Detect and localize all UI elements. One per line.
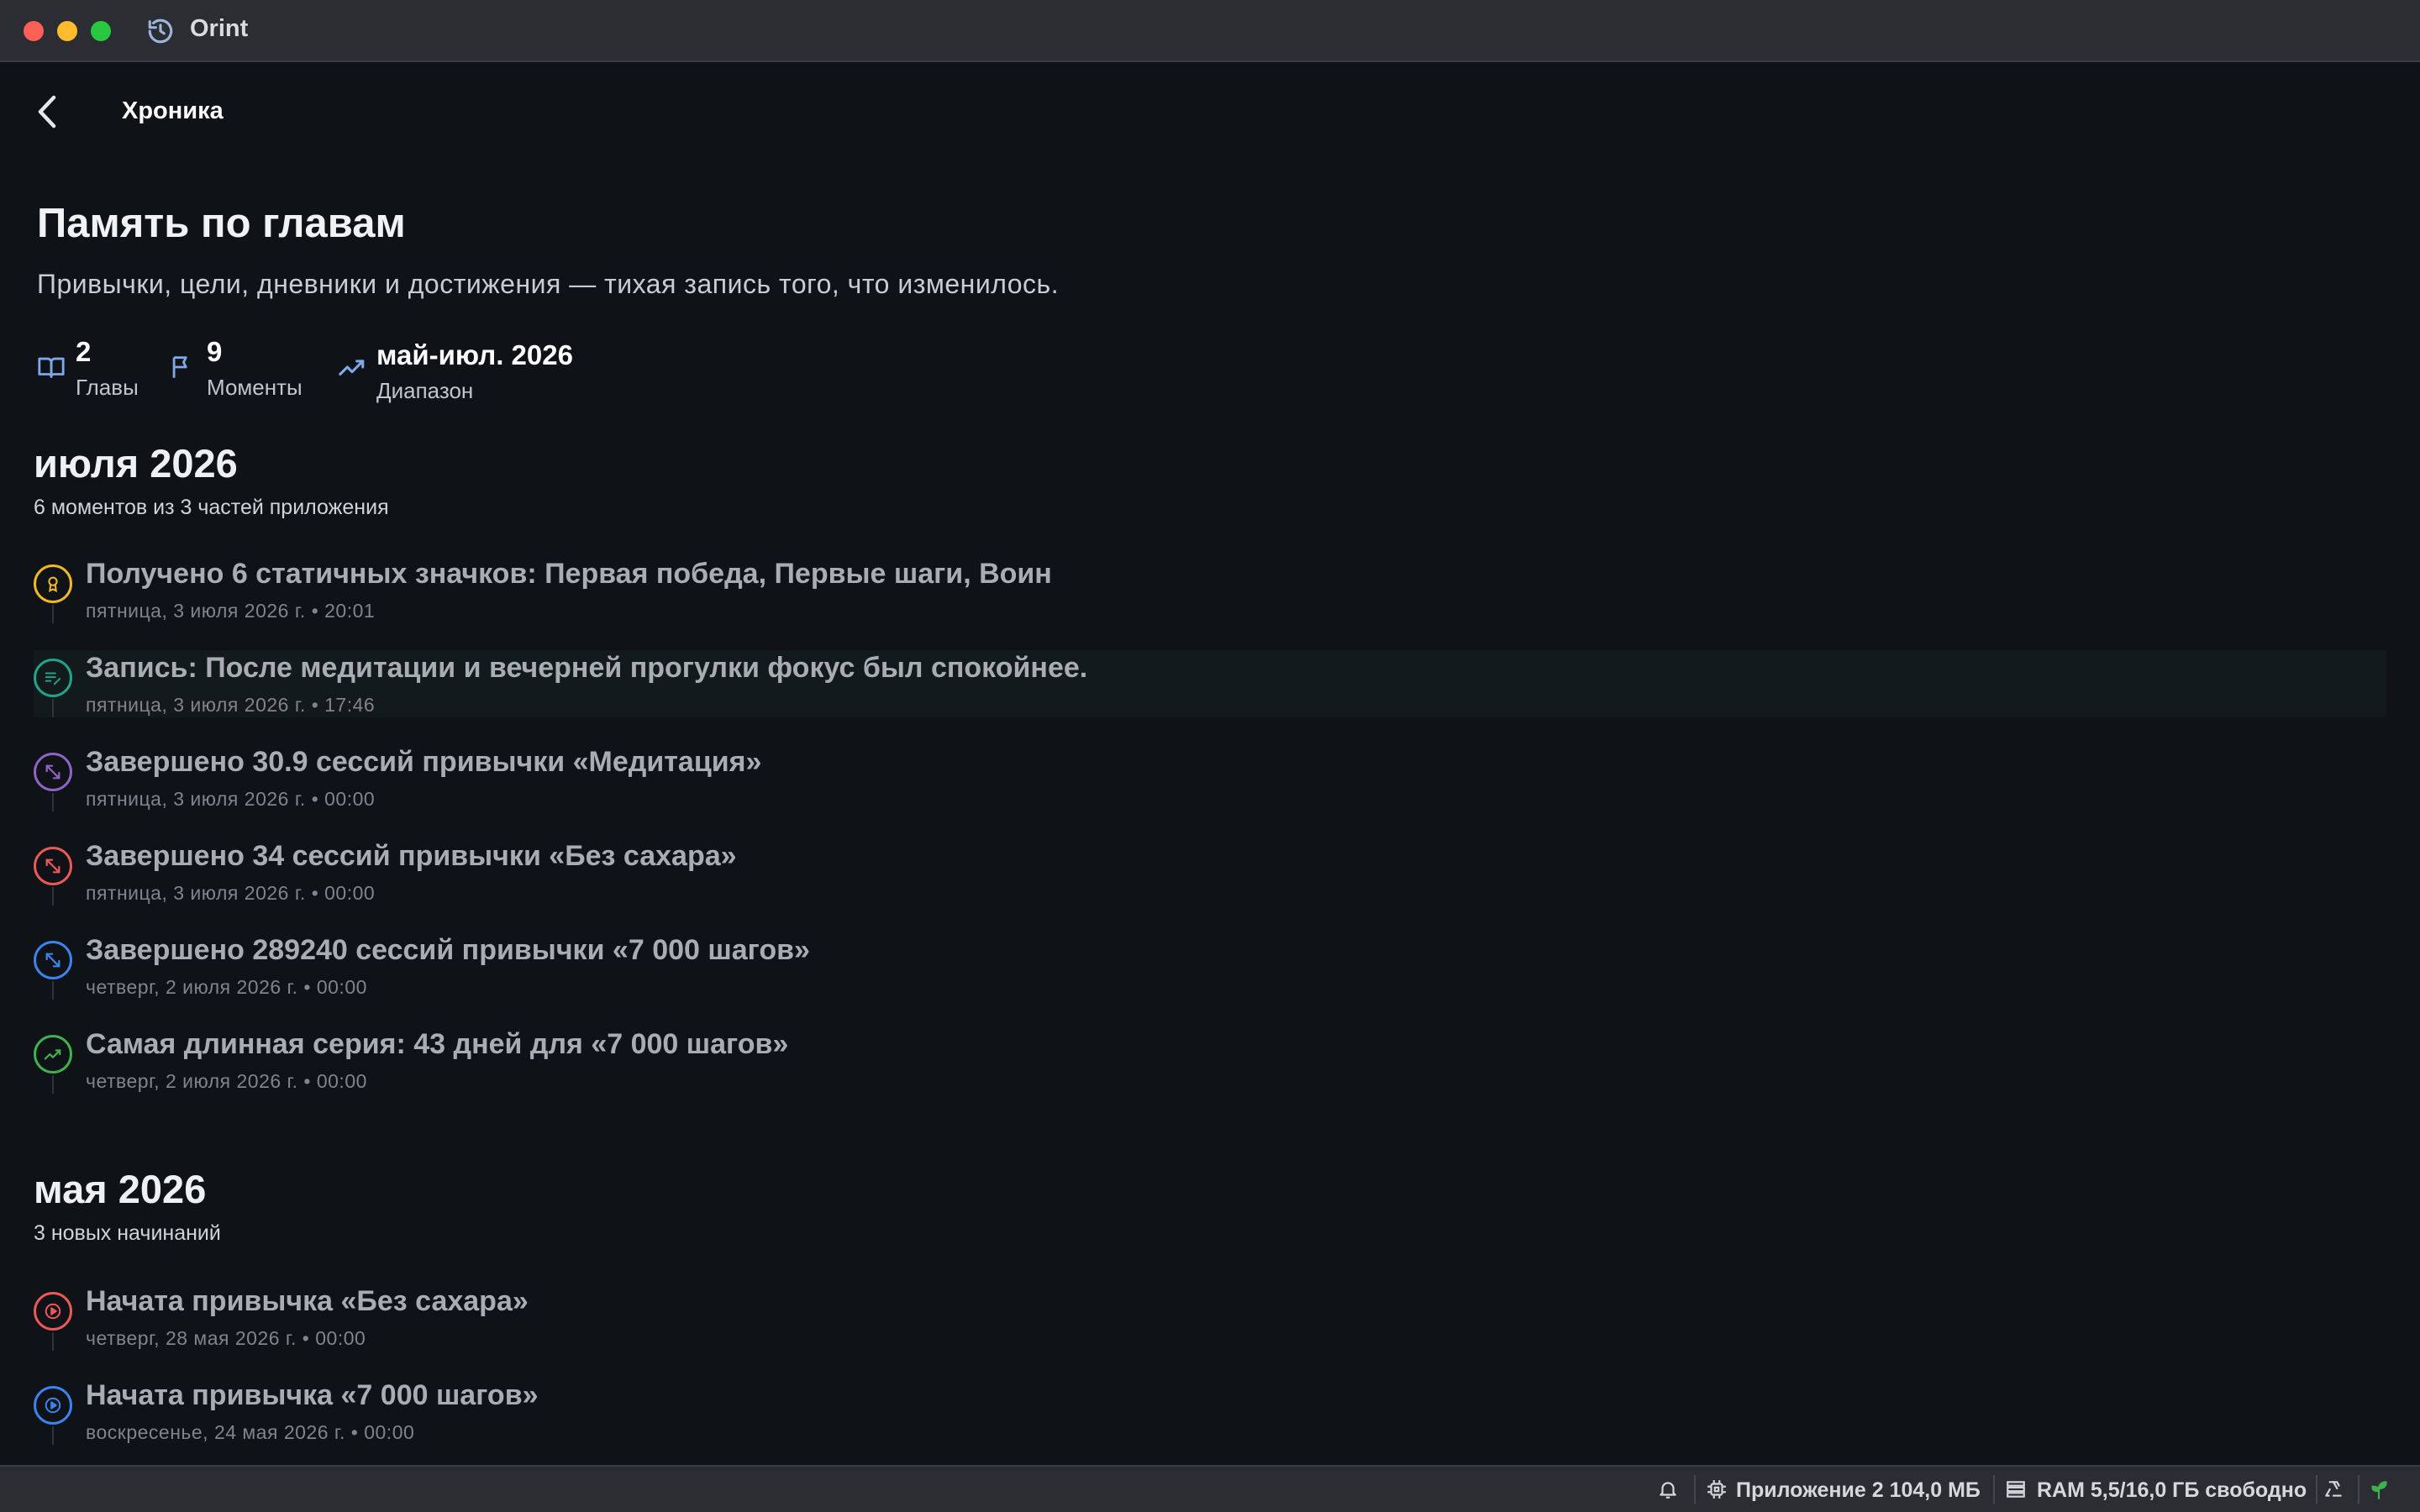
status-separator: [1694, 1475, 1696, 1504]
arrows-icon: [34, 753, 72, 791]
ram-icon: [2007, 1481, 2025, 1498]
timeline-event[interactable]: Начата привычка «7 000 шагов» воскресень…: [34, 1378, 2386, 1445]
event-title: Получено 6 статичных значков: Первая поб…: [86, 558, 1052, 590]
event-date: четверг, 2 июля 2026 г. • 00:00: [86, 976, 367, 998]
event-title: Запись: После медитации и вечерней прогу…: [86, 652, 1088, 684]
section-subtitle: 6 моментов из 3 частей приложения: [34, 496, 389, 519]
history-icon: [148, 18, 173, 44]
event-title: Завершено 34 сессий привычки «Без сахара…: [86, 840, 737, 872]
timeline-event[interactable]: Запись: После медитации и вечерней прогу…: [34, 650, 2386, 717]
back-button[interactable]: [30, 91, 64, 133]
section-title: мая 2026: [34, 1167, 207, 1211]
recycle-icon[interactable]: [2323, 1478, 2344, 1500]
status-bar: Приложение 2 104,0 МБ RAM 5,5/16,0 ГБ св…: [0, 1465, 2420, 1512]
trend-icon: [34, 1035, 72, 1074]
book-icon: [38, 357, 65, 378]
arrows-icon: [34, 847, 72, 885]
badge-icon: [34, 564, 72, 603]
stat-value: 2: [76, 336, 92, 367]
app-title: Orint: [190, 15, 249, 42]
event-date: пятница, 3 июля 2026 г. • 17:46: [86, 694, 376, 716]
page-subtitle: Привычки, цели, дневники и достижения — …: [37, 269, 1060, 299]
event-title: Начата привычка «Без сахара»: [86, 1285, 529, 1317]
header-title: Хроника: [122, 97, 224, 124]
play-icon: [34, 1386, 72, 1425]
window-maximize-button[interactable]: [91, 21, 111, 41]
event-title: Завершено 30.9 сессий привычки «Медитаци…: [86, 746, 762, 778]
journal-icon: [34, 659, 72, 697]
event-date: пятница, 3 июля 2026 г. • 00:00: [86, 882, 376, 904]
timeline-event[interactable]: Начата привычка «Без сахара» четверг, 28…: [34, 1284, 2386, 1351]
section-title: июля 2026: [34, 441, 238, 486]
event-title: Начата привычка «7 000 шагов»: [86, 1379, 539, 1411]
stat-value: 9: [207, 336, 223, 367]
flag-icon: [172, 356, 187, 378]
window-minimize-button[interactable]: [57, 21, 77, 41]
event-title: Самая длинная серия: 43 дней для «7 000 …: [86, 1028, 789, 1060]
timeline-connector: [52, 1332, 54, 1351]
status-separator: [2316, 1475, 2317, 1504]
event-date: пятница, 3 июля 2026 г. • 20:01: [86, 600, 376, 622]
timeline-connector: [52, 1426, 54, 1445]
event-date: воскресенье, 24 мая 2026 г. • 00:00: [86, 1421, 415, 1443]
status-separator: [2358, 1475, 2360, 1504]
timeline-event[interactable]: Завершено 34 сессий привычки «Без сахара…: [34, 838, 2386, 906]
window-close-button[interactable]: [24, 21, 44, 41]
timeline-connector: [52, 793, 54, 811]
status-separator: [1993, 1475, 1995, 1504]
timeline-event[interactable]: Самая длинная серия: 43 дней для «7 000 …: [34, 1026, 2386, 1094]
page-title: Память по главам: [37, 201, 406, 246]
timeline-connector: [52, 699, 54, 717]
stat-label: Моменты: [207, 375, 302, 400]
stat-label: Диапазон: [376, 378, 474, 403]
event-date: четверг, 2 июля 2026 г. • 00:00: [86, 1070, 367, 1092]
play-icon: [34, 1292, 72, 1331]
event-date: четверг, 28 мая 2026 г. • 00:00: [86, 1327, 366, 1349]
arrows-icon: [34, 941, 72, 979]
plant-icon[interactable]: [2368, 1478, 2390, 1500]
timeline-event[interactable]: Завершено 30.9 сессий привычки «Медитаци…: [34, 744, 2386, 811]
timeline-connector: [52, 887, 54, 906]
timeline-connector: [52, 605, 54, 623]
timeline-connector: [52, 1075, 54, 1094]
section-subtitle: 3 новых начинаний: [34, 1221, 221, 1245]
stat-label: Главы: [76, 375, 139, 400]
bell-icon[interactable]: [1657, 1478, 1679, 1500]
app-memory: Приложение 2 104,0 МБ: [1736, 1478, 1981, 1502]
ram-status: RAM 5,5/16,0 ГБ свободно: [2037, 1478, 2307, 1502]
event-date: пятница, 3 июля 2026 г. • 00:00: [86, 788, 376, 810]
timeline-connector: [52, 981, 54, 1000]
trend-icon: [339, 360, 365, 376]
title-bar: Orint: [0, 0, 2420, 62]
stat-value: май-июл. 2026: [376, 339, 573, 370]
event-title: Завершено 289240 сессий привычки «7 000 …: [86, 934, 810, 966]
timeline-event[interactable]: Завершено 289240 сессий привычки «7 000 …: [34, 932, 2386, 1000]
timeline-event[interactable]: Получено 6 статичных значков: Первая поб…: [34, 556, 2386, 623]
cpu-icon: [1707, 1480, 1726, 1499]
